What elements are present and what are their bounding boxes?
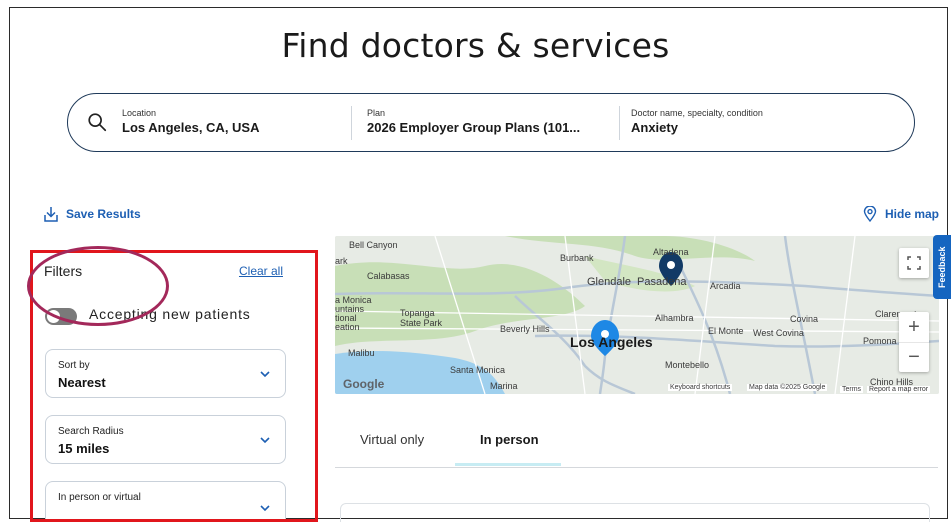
- map-label: Malibu: [348, 348, 375, 358]
- search-divider: [351, 106, 352, 140]
- map-label: El Monte: [708, 326, 744, 336]
- care-type-tabs: Virtual only In person: [335, 420, 938, 468]
- search-radius-select[interactable]: Search Radius 15 miles: [45, 415, 286, 464]
- location-pin-icon: [863, 206, 877, 222]
- hide-map-button[interactable]: Hide map: [863, 206, 939, 222]
- map-label: Arcadia: [710, 281, 741, 291]
- map-label: ark: [335, 256, 348, 266]
- map-label: Pasadena: [637, 276, 687, 288]
- plan-label: Plan: [367, 108, 386, 118]
- active-tab-indicator: [455, 463, 561, 466]
- zoom-out-button[interactable]: −: [899, 342, 929, 372]
- map-label: Bell Canyon: [349, 240, 398, 250]
- sort-by-label: Sort by: [58, 360, 90, 371]
- search-icon[interactable]: [86, 111, 108, 133]
- feedback-tab[interactable]: Feedback: [933, 235, 951, 299]
- plan-value: 2026 Employer Group Plans (101...: [367, 120, 581, 135]
- hide-map-label: Hide map: [884, 207, 939, 221]
- accepting-new-patients-toggle[interactable]: [45, 308, 77, 325]
- map-label: West Covina: [753, 328, 804, 338]
- search-radius-label: Search Radius: [58, 426, 124, 437]
- zoom-controls: + −: [899, 312, 929, 372]
- sort-by-value: Nearest: [58, 375, 106, 390]
- google-logo: Google: [343, 377, 385, 391]
- map-label: a Monica untains tional eation: [335, 295, 372, 332]
- save-results-button[interactable]: Save Results: [44, 206, 141, 222]
- filters-title: Filters: [44, 263, 83, 279]
- map-label: Marina: [490, 381, 518, 391]
- map-label: Covina: [790, 314, 819, 324]
- map[interactable]: Bell Canyon ark Calabasas Burbank Altade…: [335, 236, 939, 394]
- plan-field[interactable]: Plan 2026 Employer Group Plans (101...: [367, 108, 580, 135]
- page-title: Find doctors & services: [281, 26, 670, 65]
- map-label: Altadena: [653, 247, 689, 257]
- clear-all-link[interactable]: Clear all: [239, 264, 283, 278]
- tab-virtual-only[interactable]: Virtual only: [360, 432, 424, 447]
- location-value: Los Angeles, CA, USA: [122, 120, 260, 135]
- accepting-new-patients-label: Accepting new patients: [89, 306, 251, 322]
- query-label: Doctor name, specialty, condition: [631, 108, 763, 118]
- map-label: Los Angeles: [570, 334, 653, 350]
- search-bar[interactable]: Location Los Angeles, CA, USA Plan 2026 …: [67, 93, 915, 152]
- map-label: Beverly Hills: [500, 324, 550, 334]
- location-field[interactable]: Location Los Angeles, CA, USA: [122, 108, 259, 135]
- map-label: Alhambra: [655, 313, 694, 323]
- in-person-or-virtual-select[interactable]: In person or virtual: [45, 481, 286, 519]
- result-card[interactable]: [340, 503, 930, 522]
- query-field[interactable]: Doctor name, specialty, condition Anxiet…: [631, 108, 763, 135]
- fullscreen-icon: [907, 256, 921, 270]
- tab-in-person[interactable]: In person: [480, 432, 539, 447]
- chevron-down-icon: [260, 437, 270, 444]
- chevron-down-icon: [260, 505, 270, 512]
- filters-panel: Filters Clear all Accepting new patients…: [30, 250, 318, 522]
- map-label: Pomona: [863, 336, 897, 346]
- chevron-down-icon: [260, 371, 270, 378]
- map-label: Montebello: [665, 360, 710, 370]
- map-label: Topanga State Park: [400, 308, 443, 328]
- keyboard-shortcuts-link[interactable]: Keyboard shortcuts: [668, 384, 733, 391]
- search-radius-value: 15 miles: [58, 441, 110, 456]
- terms-link[interactable]: Terms: [840, 386, 864, 393]
- report-map-error-link[interactable]: Report a map error: [867, 386, 931, 393]
- fullscreen-button[interactable]: [899, 248, 929, 278]
- in-person-or-virtual-label: In person or virtual: [58, 492, 141, 503]
- map-label: Glendale: [587, 276, 632, 288]
- save-results-label: Save Results: [66, 207, 141, 221]
- search-divider: [619, 106, 620, 140]
- download-icon: [44, 207, 58, 222]
- map-label: Santa Monica: [450, 365, 506, 375]
- map-label: Calabasas: [367, 271, 410, 281]
- query-value: Anxiety: [631, 120, 678, 135]
- sort-by-select[interactable]: Sort by Nearest: [45, 349, 286, 398]
- location-label: Location: [122, 108, 157, 118]
- map-data-credit: Map data ©2025 Google: [747, 384, 828, 391]
- map-label: Burbank: [560, 253, 594, 263]
- zoom-in-button[interactable]: +: [899, 312, 929, 342]
